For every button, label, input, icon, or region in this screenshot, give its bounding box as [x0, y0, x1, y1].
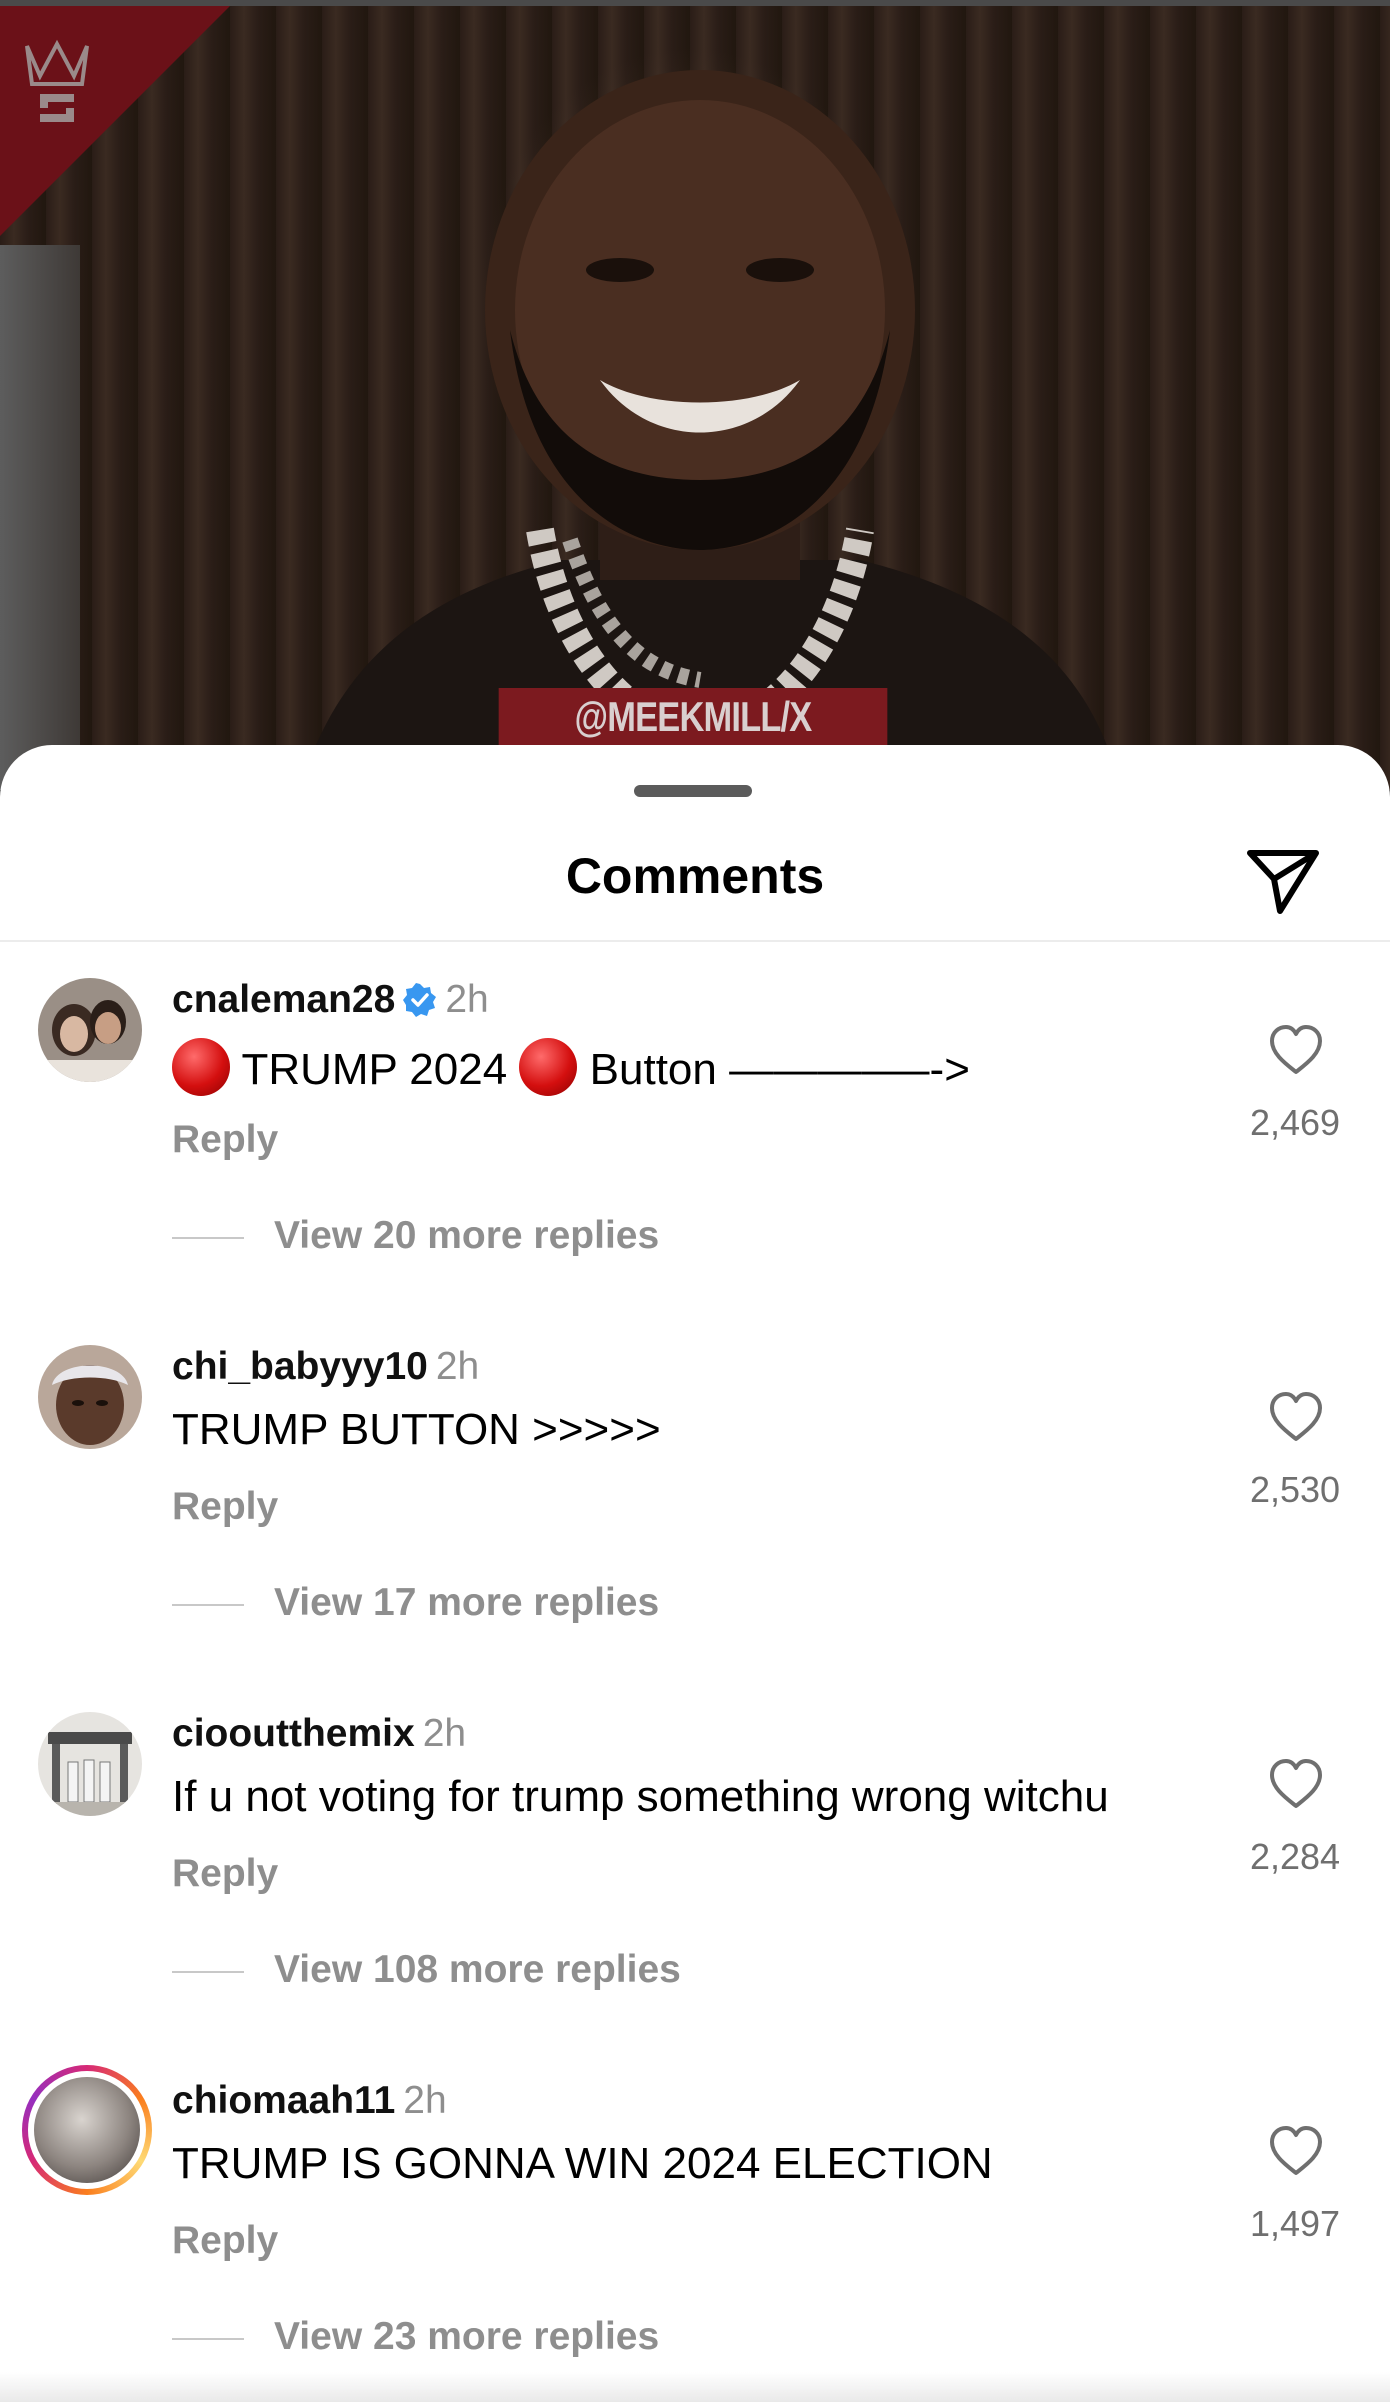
avatar[interactable] — [38, 1345, 142, 1449]
view-replies-label: View 23 more replies — [274, 2315, 660, 2358]
like-count: 2,284 — [1249, 1836, 1341, 1877]
comment-time: 2h — [445, 978, 489, 1021]
paper-plane-share-icon[interactable] — [1244, 845, 1322, 917]
comments-sheet: Comments cnaleman28 2h TRUMP 2024 Button… — [0, 745, 1390, 2402]
comment-item: chiomaah11 2h TRUMP IS GONNA WIN 2024 ELE… — [0, 2043, 1390, 2383]
avatar-photo — [34, 2077, 140, 2183]
view-replies-button[interactable]: View 23 more replies — [172, 2315, 659, 2359]
avatar-ring-gap — [28, 2071, 146, 2189]
worldstar-crown-icon — [25, 39, 89, 122]
avatar-photo — [38, 978, 142, 1082]
comment-header: chiomaah11 2h — [172, 2079, 447, 2123]
comment-text: TRUMP BUTTON >>>>> — [172, 1405, 661, 1454]
reply-button[interactable]: Reply — [172, 1118, 278, 1162]
background-light — [0, 245, 80, 790]
comment-item: chi_babyyy10 2h TRUMP BUTTON >>>>> Reply … — [0, 1309, 1390, 1649]
comment-time: 2h — [403, 2079, 447, 2122]
red-circle-emoji-icon — [172, 1038, 230, 1096]
comment-text: If u not voting for trump something wron… — [172, 1772, 1109, 1821]
heart-icon[interactable] — [1266, 1389, 1326, 1445]
username[interactable]: ciooutthemix — [172, 1712, 415, 1755]
sheet-bottom-fade — [0, 2372, 1390, 2402]
view-replies-label: View 20 more replies — [274, 1214, 660, 1257]
comment-time: 2h — [435, 1345, 480, 1388]
avatar-photo — [38, 1712, 142, 1816]
reply-button[interactable]: Reply — [172, 2219, 278, 2263]
avatar[interactable] — [38, 978, 142, 1082]
username[interactable]: cnaleman28 — [172, 978, 395, 1021]
replies-divider — [172, 2337, 244, 2340]
person-photo — [300, 70, 1120, 790]
video-watermark: @MEEKMILL/X — [498, 688, 888, 746]
avatar-photo — [38, 1345, 142, 1449]
comment-text-part: Button ———–—-> — [589, 1045, 970, 1094]
comment-text: TRUMP 2024 Button ———–—-> — [172, 1038, 970, 1096]
red-circle-emoji-icon — [519, 1038, 578, 1096]
sheet-header: Comments — [0, 805, 1390, 942]
sheet-title: Comments — [565, 848, 825, 904]
reply-button[interactable]: Reply — [172, 1852, 278, 1896]
like-count: 1,497 — [1249, 2203, 1341, 2244]
like-count: 2,530 — [1249, 1469, 1341, 1510]
avatar[interactable] — [38, 1712, 142, 1816]
comment-header: ciooutthemix 2h — [172, 1712, 466, 1756]
sheet-drag-handle[interactable] — [634, 785, 752, 797]
view-replies-label: View 17 more replies — [274, 1581, 660, 1624]
heart-icon[interactable] — [1266, 2123, 1326, 2179]
reply-button[interactable]: Reply — [172, 1485, 278, 1529]
view-replies-button[interactable]: View 108 more replies — [172, 1948, 681, 1992]
username[interactable]: chi_babyyy10 — [172, 1345, 428, 1388]
comment-text: TRUMP IS GONNA WIN 2024 ELECTION — [172, 2139, 993, 2188]
replies-divider — [172, 1970, 244, 1973]
comment-time: 2h — [422, 1712, 467, 1755]
comment-item: ciooutthemix 2h If u not voting for trump… — [0, 1676, 1390, 2016]
view-replies-button[interactable]: View 17 more replies — [172, 1581, 659, 1625]
heart-icon[interactable] — [1266, 1756, 1326, 1812]
screen: @MEEKMILL/X Comments cnaleman28 2h TRUMP… — [0, 0, 1390, 2402]
like-count: 2,469 — [1249, 1102, 1341, 1143]
comment-header: cnaleman28 2h — [172, 978, 489, 1022]
verified-badge-icon — [403, 983, 437, 1017]
reel-video-frame[interactable]: @MEEKMILL/X — [0, 0, 1390, 790]
avatar-story-ring[interactable] — [22, 2065, 152, 2195]
view-replies-label: View 108 more replies — [274, 1948, 681, 1991]
replies-divider — [172, 1603, 244, 1606]
comment-item: cnaleman28 2h TRUMP 2024 Button ———–—-> … — [0, 942, 1390, 1282]
replies-divider — [172, 1236, 244, 1239]
comment-text-part: TRUMP 2024 — [241, 1045, 508, 1094]
heart-icon[interactable] — [1266, 1022, 1326, 1078]
view-replies-button[interactable]: View 20 more replies — [172, 1214, 659, 1258]
comment-header: chi_babyyy10 2h — [172, 1345, 479, 1389]
username[interactable]: chiomaah11 — [172, 2079, 395, 2122]
